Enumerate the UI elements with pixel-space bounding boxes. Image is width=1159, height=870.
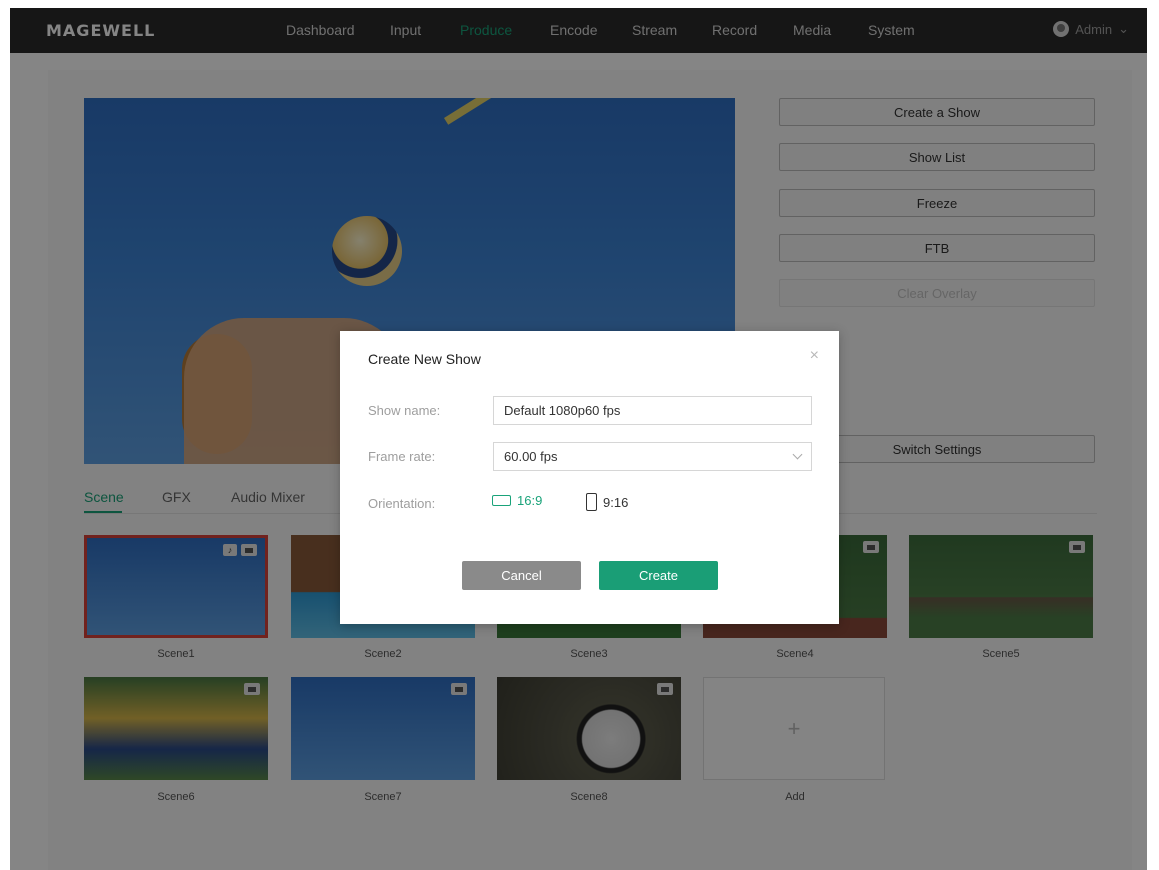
landscape-icon <box>492 495 511 506</box>
orientation-landscape-option[interactable]: 16:9 <box>492 493 542 508</box>
show-name-label: Show name: <box>368 403 441 418</box>
portrait-icon <box>586 493 597 511</box>
dialog-title: Create New Show <box>368 351 481 367</box>
portrait-label: 9:16 <box>603 494 629 510</box>
create-button[interactable]: Create <box>599 561 718 590</box>
landscape-label: 16:9 <box>517 493 543 508</box>
create-show-dialog: Create New Show × Show name: Frame rate:… <box>340 331 839 624</box>
show-name-input[interactable] <box>493 396 812 425</box>
chevron-down-icon <box>792 449 803 460</box>
orientation-label: Orientation: <box>368 496 436 511</box>
close-icon[interactable]: × <box>810 347 819 365</box>
frame-rate-label: Frame rate: <box>368 449 436 464</box>
cancel-button[interactable]: Cancel <box>462 561 581 590</box>
frame-rate-value: 60.00 fps <box>504 449 558 464</box>
frame-rate-select[interactable]: 60.00 fps <box>493 442 812 471</box>
orientation-portrait-option[interactable]: 9:16 <box>586 493 628 511</box>
